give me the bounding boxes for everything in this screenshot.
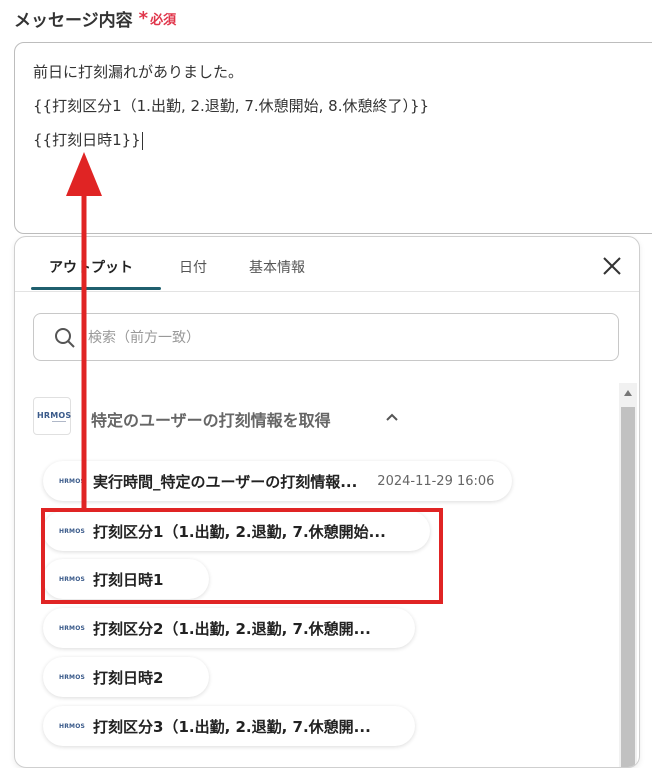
message-line-2: {{打刻区分1（1.出勤, 2.退勤, 7.休憩開始, 8.休憩終了）}} [33,97,430,115]
close-icon[interactable] [601,255,623,277]
hrmos-icon: HRMOS [59,575,86,583]
variable-picker-panel: アウトプット 日付 基本情報 HRMOS 特定のユーザーの打刻情報を取得 HRM… [14,236,640,768]
field-label-text: メッセージ内容 [14,11,133,31]
message-line-1: 前日に打刻漏れがありました。 [33,63,244,81]
hrmos-icon: HRMOS [59,527,86,535]
tab-bar: アウトプット 日付 基本情報 [15,237,639,292]
hrmos-logo-text: HRMOS [37,411,72,420]
tab-date[interactable]: 日付 [179,257,207,277]
search-input[interactable] [86,324,590,352]
hrmos-icon: HRMOS [59,673,86,681]
output-item-label: 打刻区分2（1.出勤, 2.退勤, 7.休憩開... [93,619,371,638]
tab-basic-info[interactable]: 基本情報 [249,257,305,277]
output-item-punch-datetime-1[interactable]: HRMOS 打刻日時1 [43,559,210,599]
scroll-thumb[interactable] [621,407,635,767]
output-item-label: 打刻日時1 [93,570,164,589]
output-item-label: 実行時間_特定のユーザーの打刻情報... [93,472,358,491]
required-star: * [138,8,149,29]
scrollbar[interactable] [619,383,637,767]
hrmos-logo: HRMOS [33,397,71,435]
message-textarea[interactable]: 前日に打刻漏れがありました。 {{打刻区分1（1.出勤, 2.退勤, 7.休憩開… [14,42,652,234]
chevron-up-icon[interactable] [385,412,399,422]
output-item-punch-type-2[interactable]: HRMOS 打刻区分2（1.出勤, 2.退勤, 7.休憩開... [43,608,415,648]
output-item-exec-time[interactable]: HRMOS 実行時間_特定のユーザーの打刻情報... 2024-11-29 16… [43,461,513,501]
message-field-label: メッセージ内容 * 必須 [14,6,176,31]
output-item-label: 打刻区分3（1.出勤, 2.退勤, 7.休憩開... [93,717,371,736]
group-title: 特定のユーザーの打刻情報を取得 [91,411,331,430]
output-item-label: 打刻区分1（1.出勤, 2.退勤, 7.休憩開始... [93,522,386,541]
group-header[interactable]: HRMOS 特定のユーザーの打刻情報を取得 [33,397,433,437]
output-item-label: 打刻日時2 [93,668,164,687]
search-box [33,313,619,361]
hrmos-icon: HRMOS [59,624,86,632]
output-item-punch-type-1[interactable]: HRMOS 打刻区分1（1.出勤, 2.退勤, 7.休憩開始... [43,511,430,551]
search-icon [55,328,75,348]
hrmos-icon: HRMOS [59,722,86,730]
required-badge: 必須 [150,13,177,28]
message-line-3: {{打刻日時1}} [33,129,143,150]
output-item-punch-type-3[interactable]: HRMOS 打刻区分3（1.出勤, 2.退勤, 7.休憩開... [43,706,415,746]
scroll-up-icon[interactable] [623,389,633,397]
text-cursor [141,131,143,150]
hrmos-icon: HRMOS [59,477,86,485]
active-tab-indicator [31,287,161,290]
message-line-3-text: {{打刻日時1}} [33,131,141,149]
tab-output[interactable]: アウトプット [49,257,133,277]
output-item-punch-datetime-2[interactable]: HRMOS 打刻日時2 [43,657,210,697]
output-item-value: 2024-11-29 16:06 [377,473,495,489]
